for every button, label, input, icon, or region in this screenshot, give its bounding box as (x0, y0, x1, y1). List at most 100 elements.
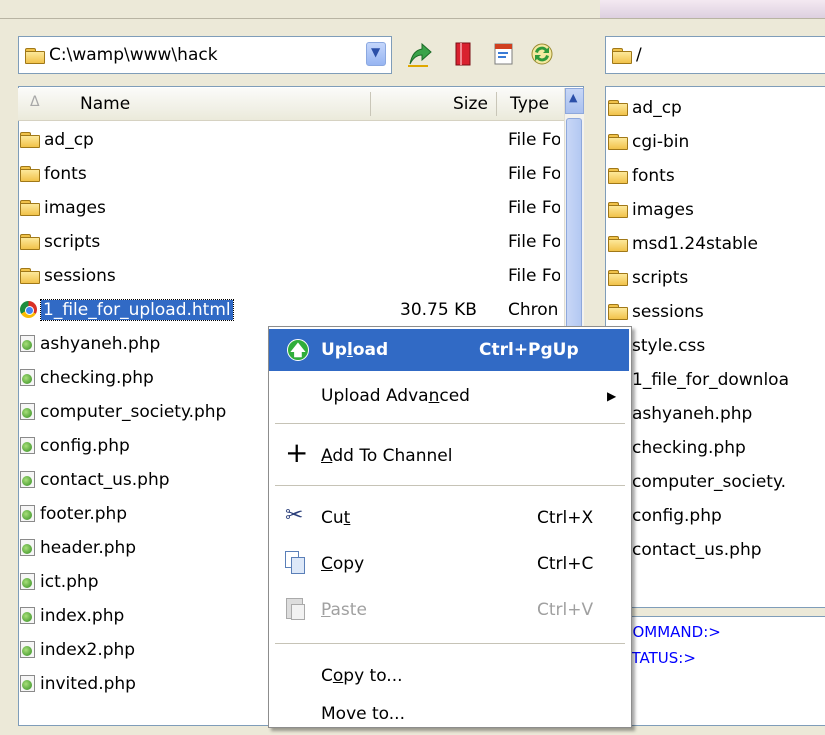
list-item[interactable]: 1_file_for_downloa (608, 363, 824, 396)
copy-shortcut: Ctrl+C (537, 554, 594, 574)
folder-icon (612, 47, 632, 64)
paste-shortcut: Ctrl+V (537, 600, 594, 620)
name-column-header[interactable]: Name (80, 94, 130, 114)
file-name: 1_file_for_upload.html (40, 298, 234, 321)
php-file-icon (20, 335, 35, 352)
menu-item-upload-advanced[interactable]: Upload Advanced ▶ (269, 375, 629, 417)
log-panel: COMMAND:> STATUS:> (605, 616, 825, 726)
menu-item-add-to-channel[interactable]: + Add To Channel (269, 435, 629, 477)
file-name: invited.php (40, 673, 136, 694)
delete-icon[interactable] (452, 40, 474, 68)
up-folder-icon[interactable] (406, 40, 434, 68)
chevron-down-icon: ▼ (371, 45, 381, 59)
folder-icon (20, 234, 40, 250)
remote-rows: ad_cp cgi-bin fonts images msd1.24stable scri… (606, 87, 825, 607)
folder-icon (608, 134, 628, 150)
menu-item-copy[interactable]: Copy Ctrl+C (269, 543, 629, 585)
file-name: scripts (44, 231, 101, 252)
table-row[interactable]: sessions File Fo (20, 259, 560, 292)
list-item[interactable]: scripts (608, 261, 824, 294)
remote-file-name: scripts (632, 267, 689, 288)
list-item[interactable]: msd1.24stable (608, 227, 824, 260)
table-row[interactable]: 1_file_for_upload.html 30.75 KB Chron (20, 293, 560, 326)
remote-file-name: ashyaneh.php (632, 403, 753, 424)
list-item[interactable]: images (608, 193, 824, 226)
scissors-icon: ✂ (285, 503, 304, 528)
remote-file-name: 1_file_for_downloa (632, 369, 789, 390)
file-name: index.php (40, 605, 125, 626)
remote-file-name: checking.php (632, 437, 746, 458)
menu-separator (275, 485, 625, 486)
remote-file-name: computer_society. (632, 471, 786, 492)
chevron-up-icon: ▲ (569, 91, 578, 104)
file-type: File Fo (508, 163, 560, 184)
remote-file-name: ad_cp (632, 97, 682, 118)
menu-separator (275, 643, 625, 644)
table-row[interactable]: ad_cp File Fo (20, 123, 560, 156)
size-column-header[interactable]: Size (453, 94, 488, 114)
list-item[interactable]: ad_cp (608, 91, 824, 124)
list-item[interactable]: sessions (608, 295, 824, 328)
toolbar-strip (0, 0, 825, 19)
local-path-combobox[interactable]: C:\wamp\www\hack (18, 36, 392, 74)
remote-file-name: style.css (632, 335, 706, 356)
php-file-icon (20, 471, 35, 488)
list-item[interactable]: checking.php (608, 431, 824, 464)
file-name: images (44, 197, 106, 218)
folder-icon (608, 202, 628, 218)
list-item[interactable]: cgi-bin (608, 125, 824, 158)
folder-icon (20, 132, 40, 148)
menu-item-upload[interactable]: 🡅 Upload Ctrl+PgUp (269, 329, 629, 371)
php-file-icon (20, 369, 35, 386)
log-status: STATUS:> (622, 649, 696, 667)
properties-icon[interactable] (492, 40, 516, 68)
list-item[interactable]: config.php (608, 499, 824, 532)
folder-icon (20, 200, 40, 216)
file-type: File Fo (508, 197, 560, 218)
remote-file-name: contact_us.php (632, 539, 762, 560)
remote-path-text: / (636, 45, 642, 65)
folder-icon (608, 270, 628, 286)
file-type: Chron (508, 299, 559, 320)
list-item[interactable]: contact_us.php (608, 533, 824, 566)
file-name: ict.php (40, 571, 99, 592)
file-name: header.php (40, 537, 137, 558)
remote-path-box[interactable]: / (605, 36, 825, 74)
column-header: Δ Name Size Type (18, 88, 578, 121)
path-dropdown-button[interactable]: ▼ (366, 42, 386, 66)
menu-separator (275, 423, 625, 424)
folder-icon (608, 236, 628, 252)
list-item[interactable]: fonts (608, 159, 824, 192)
menu-item-paste: Paste Ctrl+V (269, 589, 629, 631)
table-row[interactable]: fonts File Fo (20, 157, 560, 190)
log-command: COMMAND:> (622, 623, 721, 641)
php-file-icon (20, 573, 35, 590)
local-path-text: C:\wamp\www\hack (49, 45, 218, 65)
php-file-icon (20, 675, 35, 692)
refresh-icon[interactable] (528, 40, 556, 68)
file-name: index2.php (40, 639, 136, 660)
file-name: computer_society.php (40, 401, 227, 422)
scroll-up-button[interactable]: ▲ (565, 88, 584, 114)
file-name: sessions (44, 265, 116, 286)
file-name: footer.php (40, 503, 128, 524)
type-column-header[interactable]: Type (510, 94, 549, 114)
table-row[interactable]: scripts File Fo (20, 225, 560, 258)
table-row[interactable]: images File Fo (20, 191, 560, 224)
php-file-icon (20, 403, 35, 420)
plus-icon: + (285, 436, 309, 469)
file-type: File Fo (508, 265, 560, 286)
list-item[interactable]: ashyaneh.php (608, 397, 824, 430)
upload-icon: 🡅 (287, 339, 309, 361)
folder-icon (608, 100, 628, 116)
menu-item-move-to[interactable]: Move to... (269, 693, 629, 735)
folder-icon (608, 304, 628, 320)
remote-file-name: fonts (632, 165, 675, 186)
list-item[interactable]: computer_society. (608, 465, 824, 498)
php-file-icon (20, 607, 35, 624)
menu-item-copy-to[interactable]: Copy to... (269, 655, 629, 697)
list-item[interactable]: style.css (608, 329, 824, 362)
menu-item-cut[interactable]: ✂ Cut Ctrl+X (269, 497, 629, 539)
file-name: config.php (40, 435, 130, 456)
php-file-icon (20, 539, 35, 556)
